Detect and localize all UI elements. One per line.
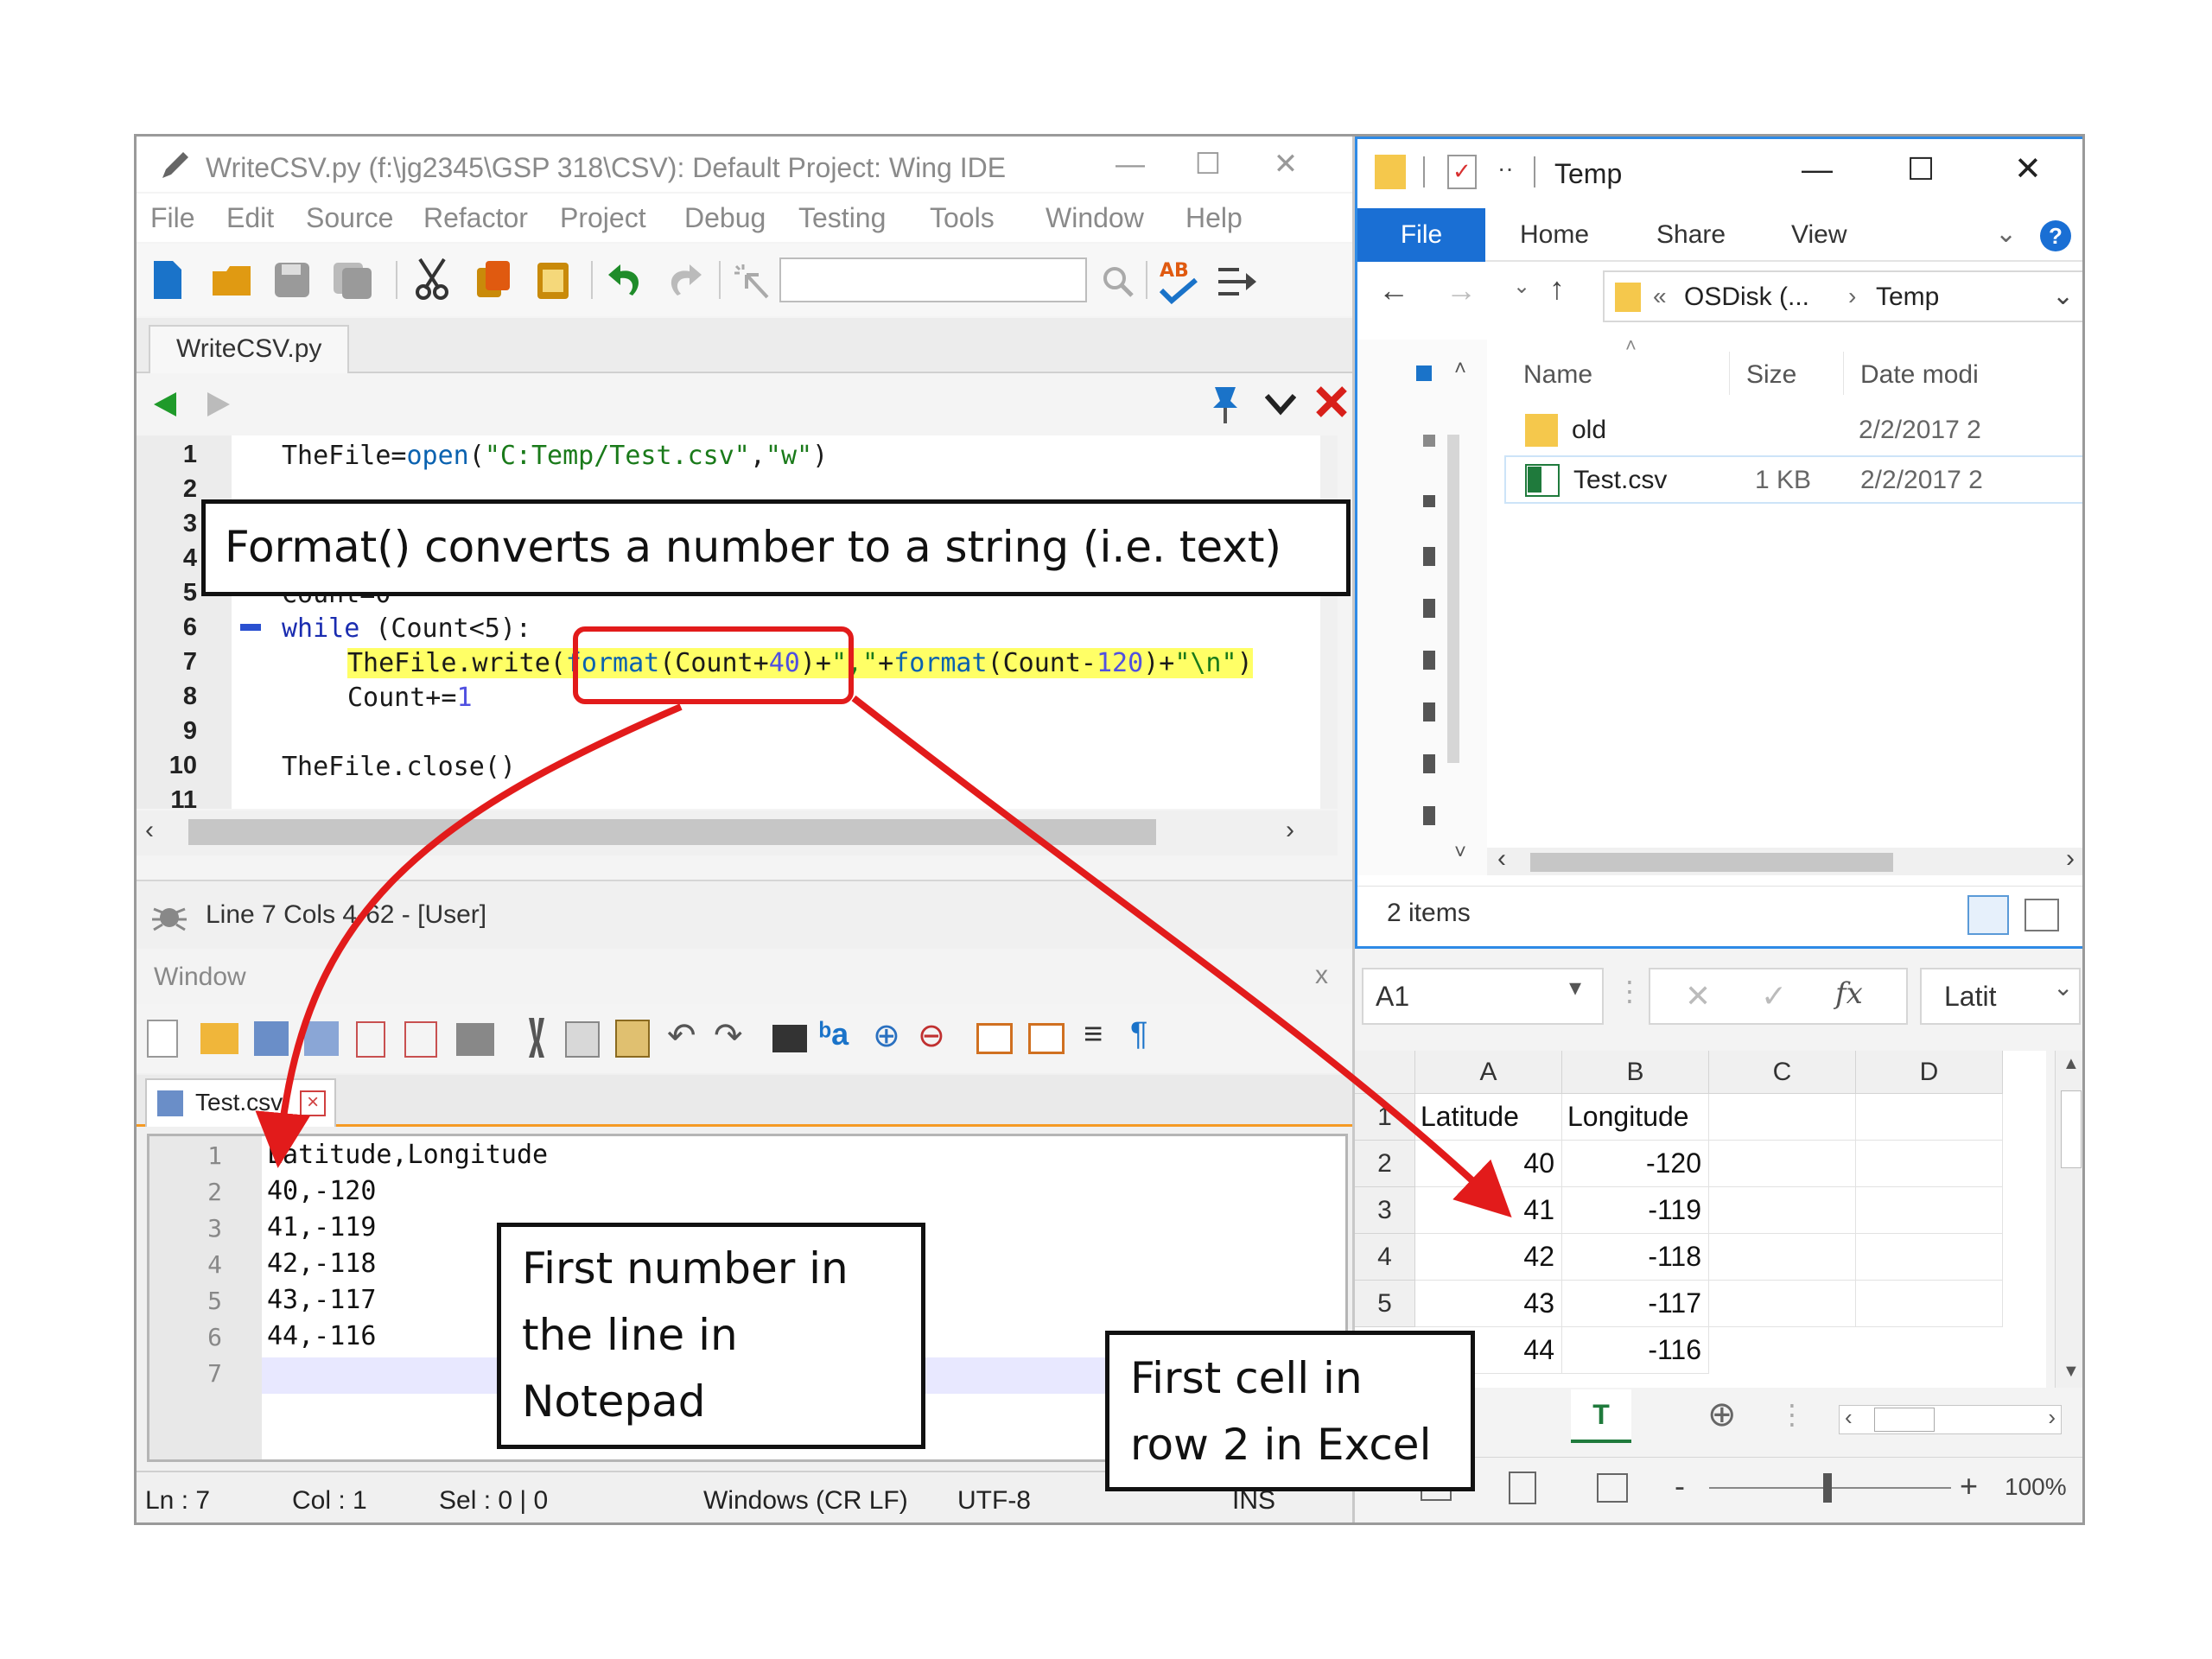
annotation-arrows xyxy=(255,695,1512,1218)
screenshot-frame: WriteCSV.py (f:\jg2345\GSP 318\CSV): Def… xyxy=(134,134,2085,1525)
arrow-to-excel xyxy=(851,695,1512,1218)
arrow-to-notepad xyxy=(255,703,683,1168)
